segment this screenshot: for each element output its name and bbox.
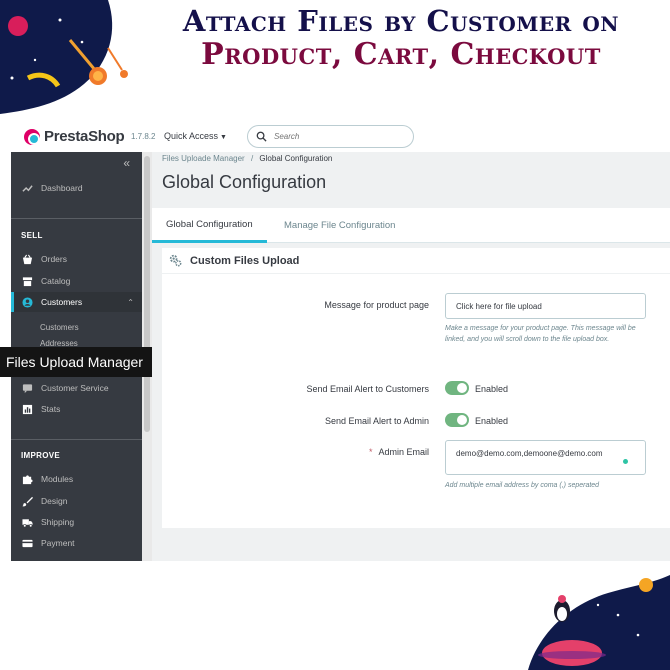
store-icon <box>22 276 33 286</box>
truck-icon <box>22 518 33 527</box>
sidebar-item-label: Stats <box>41 404 61 414</box>
banner-line-1: Attach Files by Customer on <box>182 4 620 38</box>
gears-icon <box>169 254 182 267</box>
admin-header: PrestaShop 1.7.8.2 Quick Access ▼ <box>11 120 670 152</box>
promo-banner-title: Attach Files by Customer on Product, Car… <box>132 4 670 72</box>
sidebar-item-label: Customer Service <box>41 383 109 393</box>
sidebar-item-label: Modules <box>41 474 74 484</box>
tab-bar: Global Configuration Manage File Configu… <box>152 208 670 243</box>
admin-email-help-text: Add multiple email address by coma (,) s… <box>445 482 600 489</box>
space-illustration-top-left <box>0 0 150 118</box>
alert-customers-state: Enabled <box>475 384 509 394</box>
breadcrumb: Files Uploade Manager / Global Configura… <box>162 154 332 163</box>
search-icon <box>256 131 267 142</box>
bar-chart-icon <box>22 404 33 414</box>
alert-customers-label: Send Email Alert to Customers <box>306 384 429 394</box>
grammar-check-dot-icon <box>623 459 628 464</box>
sidebar-item-stats[interactable]: Stats <box>11 399 142 419</box>
alert-admin-toggle[interactable] <box>445 413 469 427</box>
brush-icon <box>22 496 33 506</box>
breadcrumb-current: Global Configuration <box>259 154 333 163</box>
admin-email-value: demo@demo.com,demoone@demo.com <box>456 449 603 458</box>
quick-access-dropdown[interactable]: Quick Access ▼ <box>164 131 227 141</box>
sidebar-item-customers[interactable]: Customers ⌃ <box>11 292 142 312</box>
sidebar-item-label: Catalog <box>41 276 71 286</box>
admin-email-label: * Admin Email <box>229 447 429 457</box>
section-label-improve: IMPROVE <box>21 451 60 460</box>
alert-admin-state: Enabled <box>475 416 509 426</box>
card-icon <box>22 539 33 547</box>
sidebar-item-design[interactable]: Design <box>11 491 142 511</box>
breadcrumb-separator: / <box>250 154 254 163</box>
message-help-text: Make a message for your product page. Th… <box>445 325 636 343</box>
sidebar-item-label: Orders <box>41 254 67 264</box>
sidebar-divider <box>11 218 142 219</box>
caret-down-icon: ▼ <box>220 134 227 141</box>
prestashop-logo-icon <box>24 128 40 145</box>
search-bar[interactable] <box>247 125 414 148</box>
sidebar-item-shipping[interactable]: Shipping <box>11 512 142 532</box>
menu-tooltip: Files Upload Manager <box>0 347 158 377</box>
version-label: 1.7.8.2 <box>131 132 156 141</box>
scrollbar-thumb[interactable] <box>144 156 150 432</box>
user-circle-icon <box>22 296 33 308</box>
main-content: Files Uploade Manager / Global Configura… <box>152 152 670 561</box>
trend-icon <box>22 184 33 192</box>
alert-customers-toggle[interactable] <box>445 381 469 395</box>
search-input[interactable] <box>274 132 394 141</box>
message-input[interactable]: Click here for file upload <box>445 293 646 319</box>
sidebar-subitem-customers[interactable]: Customers <box>40 323 79 332</box>
quick-access-label: Quick Access <box>164 131 219 141</box>
sidebar-item-catalog[interactable]: Catalog <box>11 271 142 291</box>
sidebar-item-label: Design <box>41 496 68 506</box>
sidebar-item-payment[interactable]: Payment <box>11 533 142 553</box>
sidebar-item-label: Shipping <box>41 517 75 527</box>
sidebar-item-label: Payment <box>41 538 75 548</box>
sidebar-item-label: Dashboard <box>41 183 83 193</box>
logo-text: PrestaShop <box>44 128 125 145</box>
alert-admin-label: Send Email Alert to Admin <box>324 416 429 426</box>
config-panel: Custom Files Upload Message for product … <box>162 248 670 528</box>
panel-header: Custom Files Upload <box>162 248 670 274</box>
collapse-sidebar-icon[interactable]: « <box>123 156 130 170</box>
message-label: Message for product page <box>324 300 429 310</box>
chevron-up-icon: ⌃ <box>127 297 134 307</box>
sidebar-item-modules[interactable]: Modules <box>11 469 142 489</box>
basket-icon <box>22 254 33 264</box>
sidebar-divider <box>11 439 142 440</box>
banner-line-2: Product, Cart, Checkout <box>201 37 601 72</box>
tab-manage-file-configuration[interactable]: Manage File Configuration <box>270 208 409 243</box>
admin-email-label-text: Admin Email <box>378 447 429 457</box>
tab-global-configuration[interactable]: Global Configuration <box>152 208 267 243</box>
sidebar-item-customer-service[interactable]: Customer Service <box>11 378 142 398</box>
sidebar-item-dashboard[interactable]: Dashboard <box>11 178 142 198</box>
sidebar-item-orders[interactable]: Orders <box>11 249 142 269</box>
prestashop-logo[interactable]: PrestaShop <box>24 128 125 145</box>
section-label-sell: SELL <box>21 231 43 240</box>
sidebar-item-label: Customers <box>41 297 83 307</box>
space-illustration-bottom-right <box>528 575 670 670</box>
admin-email-textarea[interactable]: demo@demo.com,demoone@demo.com <box>445 440 646 475</box>
chat-icon <box>22 383 33 393</box>
page-title: Global Configuration <box>162 172 327 192</box>
puzzle-icon <box>22 474 33 484</box>
panel-title: Custom Files Upload <box>190 254 300 267</box>
breadcrumb-parent[interactable]: Files Uploade Manager <box>162 154 245 163</box>
required-marker: * <box>368 447 373 457</box>
